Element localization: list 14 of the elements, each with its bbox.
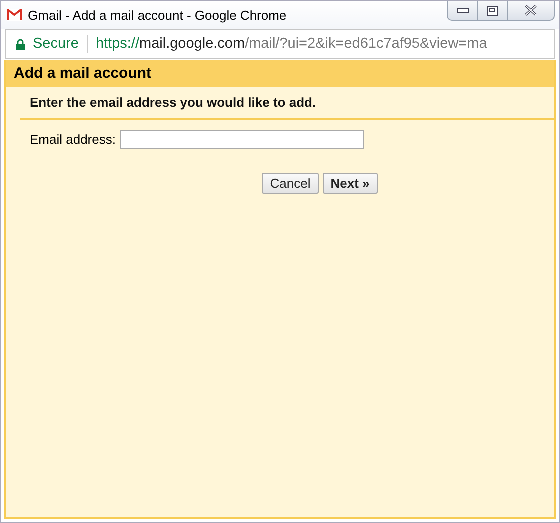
- url-text: https://mail.google.com/mail/?ui=2&ik=ed61c7af95&view=ma: [96, 36, 488, 52]
- restore-icon: [487, 6, 498, 16]
- next-button[interactable]: Next »: [322, 173, 378, 194]
- lock-icon: [16, 38, 25, 50]
- instruction-text: Enter the email address you would like to add.: [29, 94, 318, 112]
- cancel-button[interactable]: Cancel: [262, 173, 319, 194]
- field-label: Email address:: [30, 132, 116, 147]
- dialog-title: Add a mail account: [6, 60, 554, 87]
- email-input-field[interactable]: [120, 130, 364, 149]
- window-title: Gmail - Add a mail account - Google Chrome: [28, 8, 287, 22]
- minimize-icon: [456, 8, 468, 14]
- mail-logo-icon: [7, 9, 22, 21]
- security-label: Secure: [33, 36, 79, 52]
- close-icon: [524, 5, 538, 16]
